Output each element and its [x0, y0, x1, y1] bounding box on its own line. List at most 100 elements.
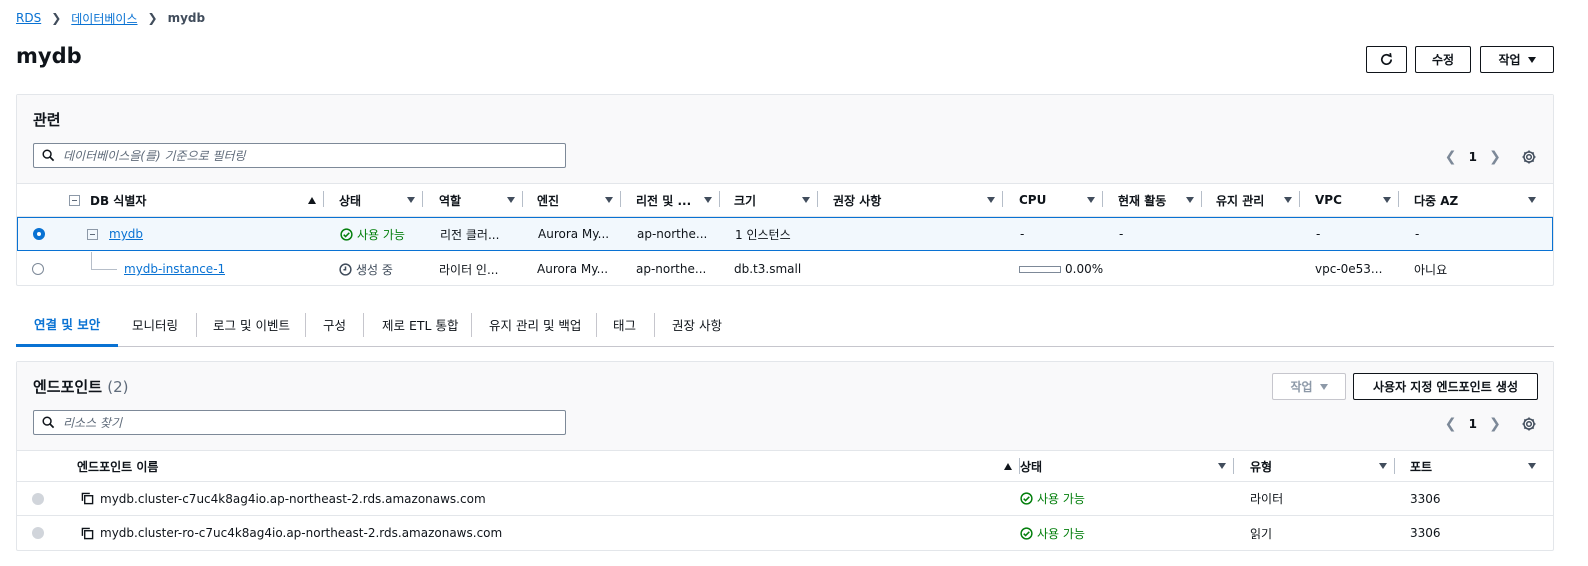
- status-text: 생성 중: [356, 262, 393, 277]
- role-cell: 라이터 인...: [439, 262, 499, 277]
- related-panel: 관련 ❮ 1 ❯ DB 식별자 상태 역할 엔진 리전 및 ...: [16, 94, 1554, 286]
- breadcrumb-rds-link[interactable]: RDS: [16, 11, 41, 25]
- sort-icon: [987, 197, 995, 203]
- engine-cell: Aurora My...: [538, 227, 610, 241]
- chevron-right-icon[interactable]: ❯: [1487, 416, 1503, 432]
- collapse-row-icon[interactable]: [87, 228, 98, 240]
- tab-logs-events[interactable]: 로그 및 이벤트: [195, 303, 308, 345]
- endpoint-name: mydb.cluster-ro-c7uc4k8ag4io.ap-northeas…: [100, 526, 503, 540]
- instance-id-link[interactable]: mydb-instance-1: [124, 262, 225, 276]
- sort-icon: [1528, 197, 1536, 203]
- page-title: mydb: [16, 44, 82, 68]
- size-cell: 1 인스턴스: [735, 227, 791, 242]
- tab-connectivity-security[interactable]: 연결 및 보안: [16, 303, 119, 347]
- related-table-header: DB 식별자 상태 역할 엔진 리전 및 ... 크기 권장 사항 CPU 현재…: [17, 183, 1553, 217]
- page-number[interactable]: 1: [1469, 417, 1477, 431]
- col-endpoint-port[interactable]: 포트: [1410, 451, 1544, 481]
- tab-recommendations[interactable]: 권장 사항: [654, 303, 740, 345]
- refresh-button[interactable]: [1366, 46, 1407, 73]
- cpu-cell: -: [1020, 227, 1025, 241]
- related-search[interactable]: [33, 143, 566, 168]
- create-custom-endpoint-button[interactable]: 사용자 지정 엔드포인트 생성: [1353, 373, 1538, 400]
- copy-icon[interactable]: [81, 492, 94, 505]
- gear-icon[interactable]: [1521, 149, 1537, 165]
- endpoint-type: 라이터: [1250, 492, 1284, 506]
- table-row[interactable]: mydb.cluster-ro-c7uc4k8ag4io.ap-northeas…: [17, 516, 1553, 550]
- sort-icon: [704, 197, 712, 203]
- related-search-input[interactable]: [63, 148, 543, 163]
- row-radio[interactable]: [32, 263, 44, 275]
- row-radio[interactable]: [33, 228, 45, 240]
- table-row[interactable]: mydb 사용 가능 리전 클러... Aurora My... ap-nort…: [17, 217, 1553, 251]
- status-text: 사용 가능: [1037, 526, 1085, 541]
- endpoints-actions-button[interactable]: 작업: [1272, 373, 1346, 400]
- col-engine[interactable]: 엔진: [537, 184, 621, 216]
- endpoints-count: (2): [107, 378, 129, 396]
- actions-dropdown-button[interactable]: 작업: [1480, 46, 1554, 73]
- tab-tags[interactable]: 태그: [595, 303, 654, 345]
- multi-az-cell: -: [1415, 227, 1420, 241]
- breadcrumb-databases-link[interactable]: 데이터베이스: [71, 10, 137, 27]
- col-vpc[interactable]: VPC: [1315, 184, 1399, 216]
- col-status[interactable]: 상태: [339, 184, 423, 216]
- sort-icon: [1186, 197, 1194, 203]
- copy-icon[interactable]: [81, 527, 94, 540]
- col-role[interactable]: 역할: [439, 184, 523, 216]
- sort-icon: [1284, 197, 1292, 203]
- chevron-left-icon[interactable]: ❮: [1443, 149, 1459, 165]
- tree-connector: [91, 269, 117, 270]
- chevron-right-icon: ❯: [147, 11, 158, 25]
- tab-monitoring[interactable]: 모니터링: [114, 303, 196, 345]
- endpoints-pagination: ❮ 1 ❯: [1443, 414, 1537, 434]
- pending-clock-icon: [339, 262, 352, 276]
- tab-configuration[interactable]: 구성: [305, 303, 364, 345]
- search-icon: [42, 416, 55, 429]
- endpoints-search[interactable]: [33, 410, 566, 435]
- tab-zero-etl[interactable]: 제로 ETL 통합: [364, 303, 476, 345]
- vpc-cell: vpc-0e53...: [1315, 262, 1383, 276]
- endpoint-name: mydb.cluster-c7uc4k8ag4io.ap-northeast-2…: [100, 491, 486, 506]
- db-id-link[interactable]: mydb: [109, 227, 143, 241]
- endpoint-port: 3306: [1410, 526, 1441, 540]
- status-text: 사용 가능: [1037, 492, 1085, 506]
- actions-label: 작업: [1498, 53, 1521, 67]
- page-number[interactable]: 1: [1469, 150, 1477, 164]
- gear-icon[interactable]: [1521, 416, 1537, 432]
- col-endpoint-status[interactable]: 상태: [1020, 451, 1234, 481]
- chevron-left-icon[interactable]: ❮: [1443, 416, 1459, 432]
- search-icon: [42, 149, 55, 162]
- col-cpu[interactable]: CPU: [1019, 184, 1103, 216]
- chevron-right-icon[interactable]: ❯: [1487, 149, 1503, 165]
- col-activity[interactable]: 현재 활동: [1118, 184, 1202, 216]
- modify-button[interactable]: 수정: [1415, 46, 1471, 73]
- success-icon: [340, 227, 353, 241]
- collapse-all-icon[interactable]: [69, 194, 80, 206]
- col-db-id[interactable]: DB 식별자: [69, 184, 324, 216]
- size-cell: db.t3.small: [734, 262, 802, 276]
- col-endpoint-name[interactable]: 엔드포인트 이름: [77, 451, 1020, 481]
- vpc-cell: -: [1316, 227, 1321, 241]
- col-region[interactable]: 리전 및 ...: [636, 184, 720, 216]
- col-multi-az[interactable]: 다중 AZ: [1414, 184, 1544, 216]
- table-row[interactable]: mydb.cluster-c7uc4k8ag4io.ap-northeast-2…: [17, 482, 1553, 516]
- success-icon: [1020, 492, 1033, 505]
- sort-icon: [605, 197, 613, 203]
- role-cell: 리전 클러...: [440, 227, 500, 242]
- status-text: 사용 가능: [357, 227, 405, 242]
- endpoint-port: 3306: [1410, 491, 1441, 506]
- cpu-cell: 0.00%: [1019, 252, 1103, 286]
- tab-maintenance-backup[interactable]: 유지 관리 및 백업: [471, 303, 599, 345]
- refresh-icon: [1381, 52, 1393, 65]
- col-recommendations[interactable]: 권장 사항: [833, 184, 1003, 216]
- col-size[interactable]: 크기: [734, 184, 818, 216]
- sort-icon: [407, 197, 415, 203]
- row-radio[interactable]: [32, 492, 44, 505]
- region-cell: ap-northe...: [637, 227, 708, 241]
- table-row[interactable]: mydb-instance-1 생성 중 라이터 인... Aurora My.…: [17, 252, 1553, 286]
- col-maintenance[interactable]: 유지 관리: [1216, 184, 1300, 216]
- row-radio[interactable]: [32, 527, 44, 539]
- endpoints-search-input[interactable]: [63, 415, 543, 430]
- sort-icon: [1087, 197, 1095, 203]
- endpoints-title: 엔드포인트 (2): [33, 378, 129, 396]
- col-endpoint-type[interactable]: 유형: [1250, 451, 1395, 481]
